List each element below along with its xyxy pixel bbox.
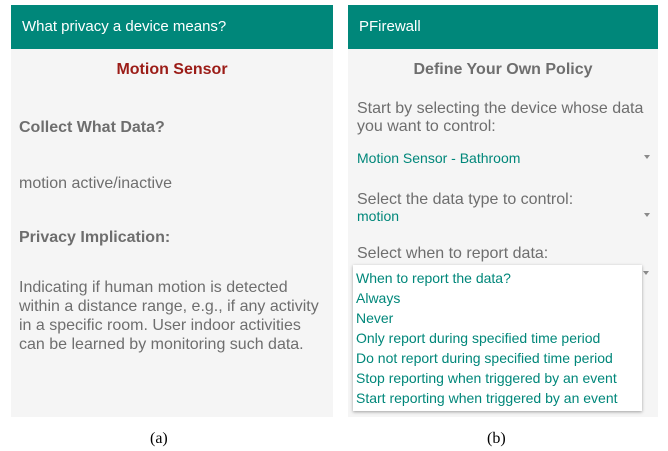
dropdown-option[interactable]: Stop reporting when triggered by an even… — [353, 368, 642, 388]
device-select[interactable]: Motion Sensor - Bathroom — [357, 148, 650, 168]
datatype-select-value: motion — [357, 208, 400, 224]
report-when-label: Select when to report data: — [357, 245, 549, 262]
privacy-implication-heading: Privacy Implication: — [19, 229, 171, 246]
privacy-implication-text: Indicating if human motion is detected w… — [19, 279, 319, 353]
caption-b: (b) — [487, 430, 506, 447]
collect-data-heading: Collect What Data? — [19, 119, 165, 136]
chevron-down-icon — [644, 213, 650, 217]
device-title: Motion Sensor — [116, 61, 228, 78]
section-title: Define Your Own Policy — [413, 61, 593, 78]
dropdown-option[interactable]: When to report the data? — [353, 268, 642, 288]
app-bar-title: PFirewall — [359, 18, 421, 35]
app-bar-title: What privacy a device means? — [22, 18, 227, 35]
screen-define-policy: PFirewall Define Your Own Policy Start b… — [348, 5, 658, 417]
dropdown-option[interactable]: Only report during specified time period — [353, 328, 642, 348]
chevron-down-icon — [644, 155, 650, 159]
screen-privacy-info: What privacy a device means? Motion Sens… — [11, 5, 333, 417]
app-bar: PFirewall — [348, 5, 658, 49]
dropdown-option[interactable]: Never — [353, 308, 642, 328]
device-select-value: Motion Sensor - Bathroom — [357, 150, 521, 166]
caption-a: (a) — [150, 430, 168, 447]
datatype-select[interactable]: motion — [357, 206, 650, 226]
collect-data-value: motion active/inactive — [19, 175, 172, 192]
dropdown-option[interactable]: Start reporting when triggered by an eve… — [353, 388, 642, 408]
device-label: Start by selecting the device whose data… — [357, 100, 644, 135]
dropdown-option[interactable]: Always — [353, 288, 642, 308]
dropdown-option[interactable]: Do not report during specified time peri… — [353, 348, 642, 368]
report-when-dropdown[interactable]: When to report the data? Always Never On… — [353, 265, 642, 411]
chevron-down-icon — [643, 271, 649, 275]
app-bar: What privacy a device means? — [11, 5, 333, 49]
